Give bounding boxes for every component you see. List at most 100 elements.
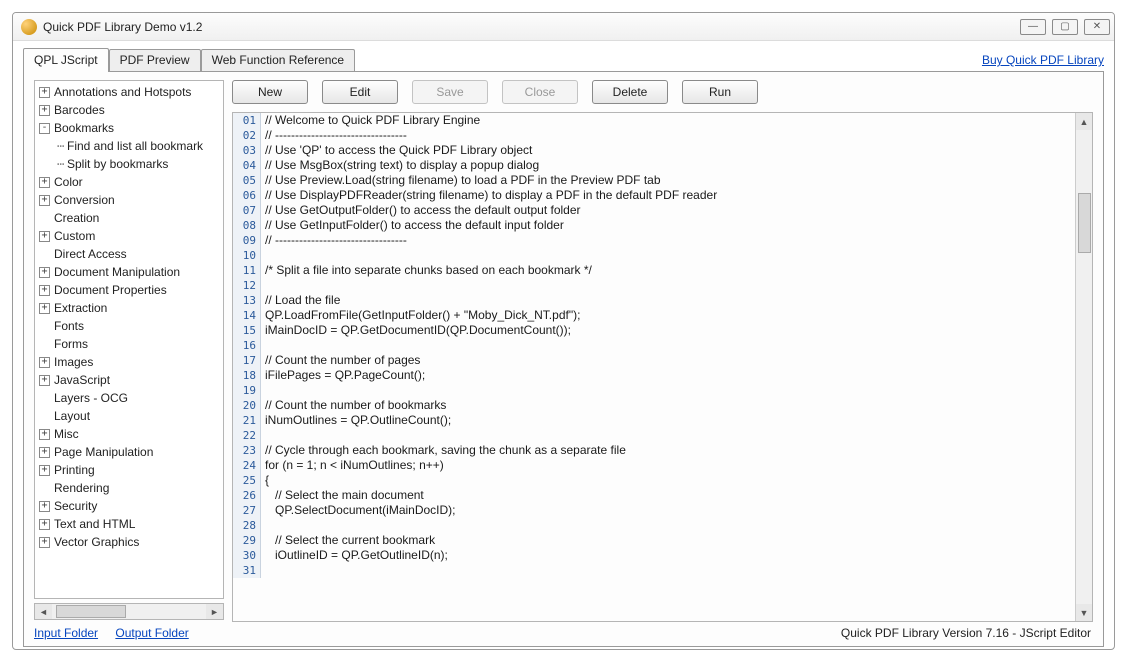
tree-item[interactable]: Rendering [35, 479, 223, 497]
expand-icon[interactable]: + [39, 375, 50, 386]
expand-icon[interactable]: + [39, 519, 50, 530]
code-line[interactable]: // --------------------------------- [265, 233, 1075, 248]
code-line[interactable]: // Use MsgBox(string text) to display a … [265, 158, 1075, 173]
tree-item[interactable]: +Document Properties [35, 281, 223, 299]
tree-item[interactable]: +Custom [35, 227, 223, 245]
new-button[interactable]: New [232, 80, 308, 104]
tab-qpl-jscript[interactable]: QPL JScript [23, 48, 109, 72]
code-line[interactable]: // Cycle through each bookmark, saving t… [265, 443, 1075, 458]
tree-item[interactable]: +Images [35, 353, 223, 371]
code-line[interactable] [265, 428, 1075, 443]
expand-icon[interactable]: + [39, 537, 50, 548]
tree-item[interactable]: +JavaScript [35, 371, 223, 389]
code-line[interactable]: // --------------------------------- [265, 128, 1075, 143]
code-line[interactable] [265, 338, 1075, 353]
tree-item[interactable]: +Printing [35, 461, 223, 479]
code-line[interactable] [265, 563, 1075, 578]
close-button[interactable]: Close [502, 80, 578, 104]
code-line[interactable]: // Use 'QP' to access the Quick PDF Libr… [265, 143, 1075, 158]
tree-item[interactable]: Forms [35, 335, 223, 353]
tree-item[interactable]: +Extraction [35, 299, 223, 317]
tree-item[interactable]: +Misc [35, 425, 223, 443]
vscroll-thumb[interactable] [1078, 193, 1091, 253]
tree-item[interactable]: +Color [35, 173, 223, 191]
output-folder-link[interactable]: Output Folder [115, 626, 188, 640]
tree-item[interactable]: Layout [35, 407, 223, 425]
expand-icon[interactable]: + [39, 429, 50, 440]
expand-icon[interactable]: + [39, 87, 50, 98]
code-line[interactable]: // Use DisplayPDFReader(string filename)… [265, 188, 1075, 203]
code-line[interactable]: iFilePages = QP.PageCount(); [265, 368, 1075, 383]
code-line[interactable]: QP.LoadFromFile(GetInputFolder() + "Moby… [265, 308, 1075, 323]
expand-icon[interactable]: + [39, 303, 50, 314]
editor-vertical-scrollbar[interactable]: ▲ ▼ [1075, 113, 1092, 621]
tree-item[interactable]: +Annotations and Hotspots [35, 83, 223, 101]
tree-item[interactable]: Fonts [35, 317, 223, 335]
minimize-button[interactable]: — [1020, 19, 1046, 35]
scroll-right-icon[interactable]: ► [206, 604, 223, 619]
tree-item[interactable]: +Text and HTML [35, 515, 223, 533]
save-button[interactable]: Save [412, 80, 488, 104]
code-line[interactable]: /* Split a file into separate chunks bas… [265, 263, 1075, 278]
tab-pdf-preview[interactable]: PDF Preview [109, 49, 201, 71]
buy-link[interactable]: Buy Quick PDF Library [982, 53, 1104, 71]
close-window-button[interactable]: ✕ [1084, 19, 1110, 35]
collapse-icon[interactable]: - [39, 123, 50, 134]
tree-item[interactable]: +Conversion [35, 191, 223, 209]
run-button[interactable]: Run [682, 80, 758, 104]
code-line[interactable]: QP.SelectDocument(iMainDocID); [265, 503, 1075, 518]
delete-button[interactable]: Delete [592, 80, 668, 104]
expand-icon[interactable]: + [39, 177, 50, 188]
edit-button[interactable]: Edit [322, 80, 398, 104]
code-line[interactable]: // Use GetOutputFolder() to access the d… [265, 203, 1075, 218]
input-folder-link[interactable]: Input Folder [34, 626, 98, 640]
scroll-thumb[interactable] [56, 605, 126, 618]
category-tree[interactable]: +Annotations and Hotspots+Barcodes-Bookm… [34, 80, 224, 599]
tree-item[interactable]: ⋯Find and list all bookmark [35, 137, 223, 155]
code-line[interactable]: // Use GetInputFolder() to access the de… [265, 218, 1075, 233]
tab-web-function-reference[interactable]: Web Function Reference [201, 49, 356, 71]
code-line[interactable] [265, 383, 1075, 398]
code-line[interactable]: // Load the file [265, 293, 1075, 308]
code-line[interactable]: // Count the number of bookmarks [265, 398, 1075, 413]
expand-icon[interactable]: + [39, 195, 50, 206]
tree-item[interactable]: +Barcodes [35, 101, 223, 119]
tree-item[interactable]: Direct Access [35, 245, 223, 263]
maximize-button[interactable]: ▢ [1052, 19, 1078, 35]
code-line[interactable]: // Count the number of pages [265, 353, 1075, 368]
tree-item[interactable]: Creation [35, 209, 223, 227]
code-line[interactable]: for (n = 1; n < iNumOutlines; n++) [265, 458, 1075, 473]
code-line[interactable] [265, 518, 1075, 533]
code-line[interactable]: iMainDocID = QP.GetDocumentID(QP.Documen… [265, 323, 1075, 338]
scroll-down-icon[interactable]: ▼ [1076, 604, 1092, 621]
expand-icon[interactable]: + [39, 465, 50, 476]
scroll-up-icon[interactable]: ▲ [1076, 113, 1092, 130]
code-line[interactable]: // Use Preview.Load(string filename) to … [265, 173, 1075, 188]
expand-icon[interactable]: + [39, 105, 50, 116]
tree-horizontal-scrollbar[interactable]: ◄ ► [34, 603, 224, 620]
code-line[interactable]: // Select the current bookmark [265, 533, 1075, 548]
code-line[interactable]: // Select the main document [265, 488, 1075, 503]
code-line[interactable]: iOutlineID = QP.GetOutlineID(n); [265, 548, 1075, 563]
tree-item[interactable]: +Security [35, 497, 223, 515]
tree-item[interactable]: +Page Manipulation [35, 443, 223, 461]
tree-item[interactable]: Layers - OCG [35, 389, 223, 407]
code-line[interactable]: // Welcome to Quick PDF Library Engine [265, 113, 1075, 128]
code-line[interactable]: iNumOutlines = QP.OutlineCount(); [265, 413, 1075, 428]
expand-icon[interactable]: + [39, 267, 50, 278]
scroll-left-icon[interactable]: ◄ [35, 604, 52, 619]
expand-icon[interactable]: + [39, 447, 50, 458]
code-line[interactable]: { [265, 473, 1075, 488]
expand-icon[interactable]: + [39, 501, 50, 512]
tree-item[interactable]: ⋯Split by bookmarks [35, 155, 223, 173]
expand-icon[interactable]: + [39, 285, 50, 296]
expand-icon[interactable]: + [39, 231, 50, 242]
expand-icon[interactable]: + [39, 357, 50, 368]
code-line[interactable] [265, 278, 1075, 293]
tree-item[interactable]: +Document Manipulation [35, 263, 223, 281]
code-editor[interactable]: 0102030405060708091011121314151617181920… [232, 112, 1093, 622]
title-bar[interactable]: Quick PDF Library Demo v1.2 — ▢ ✕ [13, 13, 1114, 41]
code-line[interactable] [265, 248, 1075, 263]
tree-item[interactable]: -Bookmarks [35, 119, 223, 137]
tree-item[interactable]: +Vector Graphics [35, 533, 223, 551]
